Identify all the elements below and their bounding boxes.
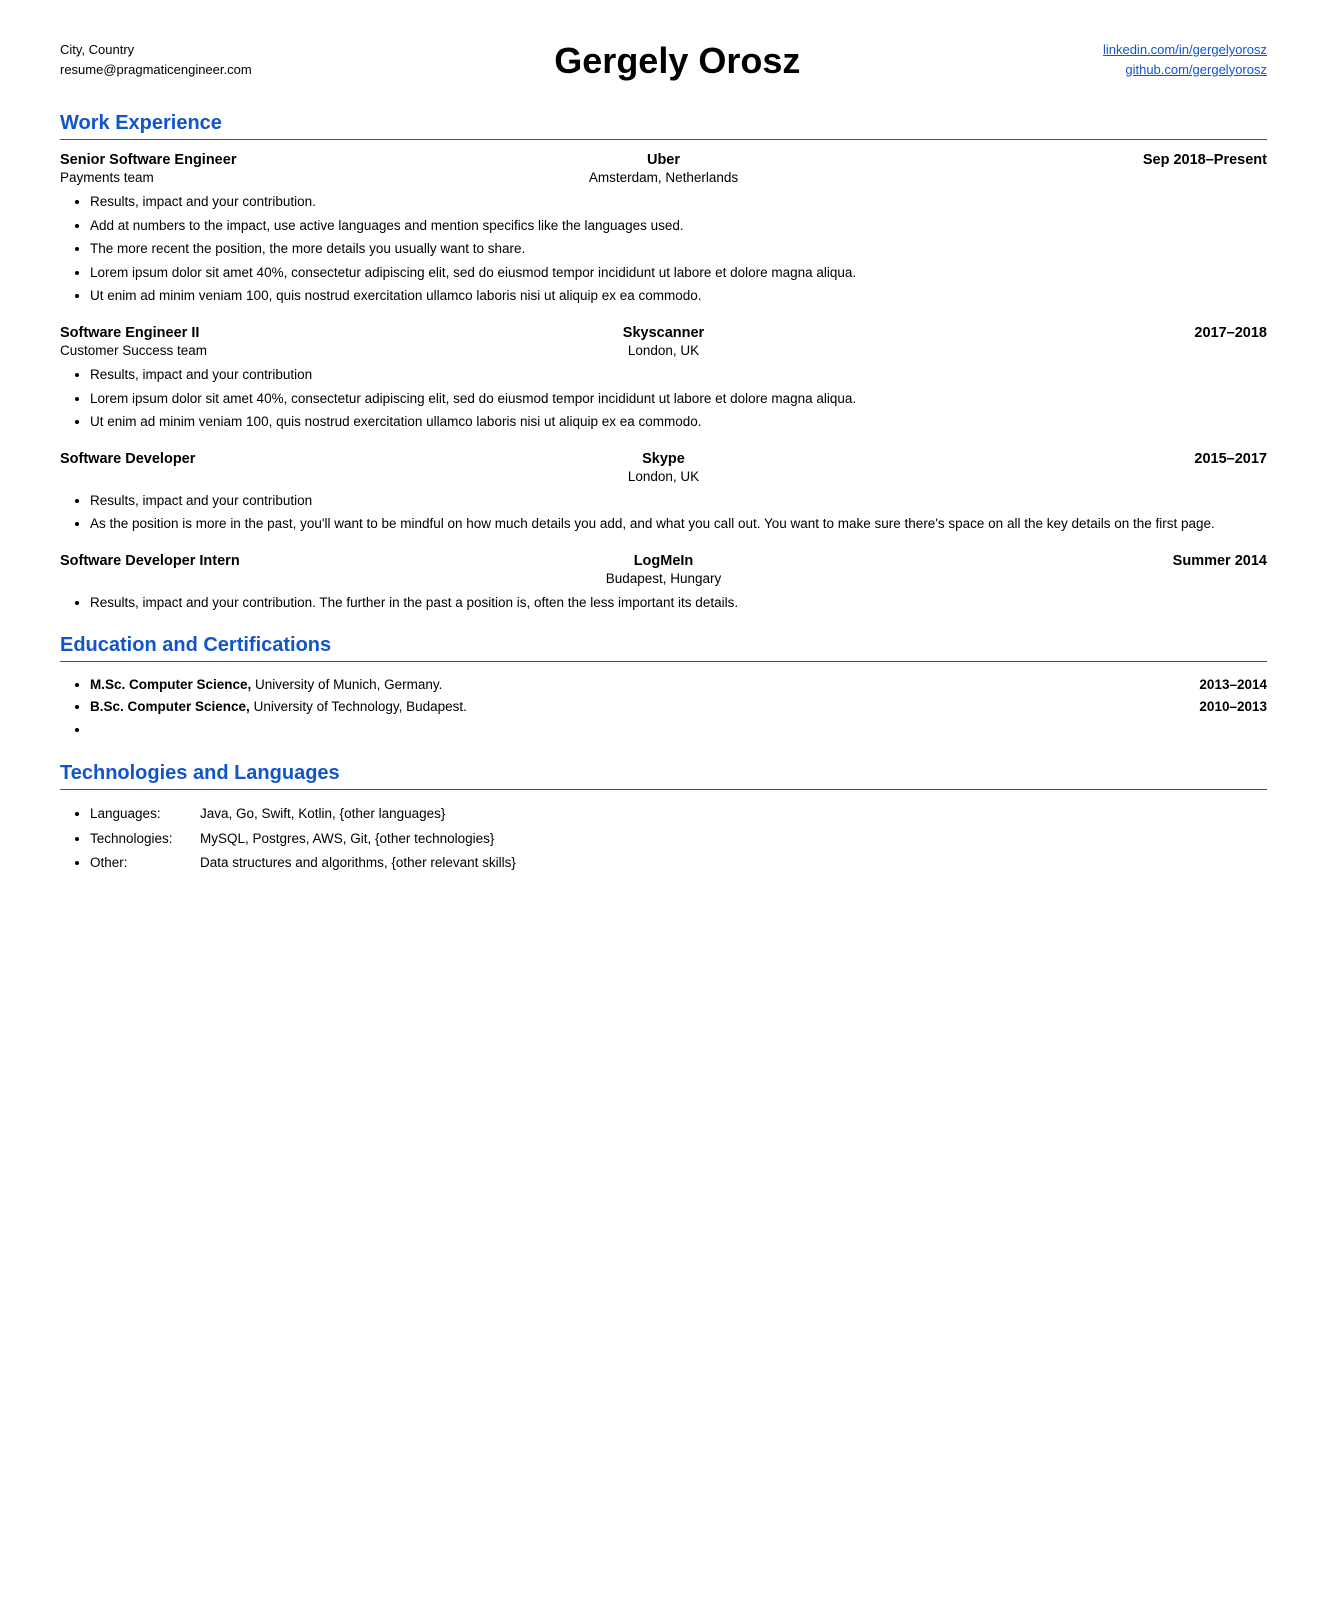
list-item: [90, 719, 1267, 742]
job-uber-bullets: Results, impact and your contribution. A…: [60, 191, 1267, 307]
candidate-name: Gergely Orosz: [252, 40, 1103, 82]
header-links-right: linkedin.com/in/gergelyorosz github.com/…: [1103, 40, 1267, 79]
edu-item-empty-text: [90, 719, 1267, 742]
edu-item-bsc-rest: University of Technology, Budapest.: [250, 699, 467, 714]
list-item: Results, impact and your contribution: [90, 364, 1267, 386]
list-item: Technologies: MySQL, Postgres, AWS, Git,…: [90, 827, 1267, 851]
job-skype-location: London, UK: [462, 469, 864, 484]
job-skype-company: Skype: [462, 451, 864, 467]
list-item: Lorem ipsum dolor sit amet 40%, consecte…: [90, 388, 1267, 410]
job-logmein-team: [60, 571, 462, 586]
job-uber-team: Payments team: [60, 170, 462, 185]
list-item: Languages: Java, Go, Swift, Kotlin, {oth…: [90, 802, 1267, 826]
list-item: As the position is more in the past, you…: [90, 513, 1267, 535]
job-uber: Senior Software Engineer Uber Sep 2018–P…: [60, 152, 1267, 307]
github-link[interactable]: github.com/gergelyorosz: [1125, 62, 1267, 77]
list-item: Ut enim ad minim veniam 100, quis nostru…: [90, 411, 1267, 433]
list-item: The more recent the position, the more d…: [90, 238, 1267, 260]
header-email: resume@pragmaticengineer.com: [60, 60, 252, 80]
job-uber-location: Amsterdam, Netherlands: [462, 170, 864, 185]
education-list: M.Sc. Computer Science, University of Mu…: [60, 674, 1267, 743]
job-skype-date: 2015–2017: [865, 451, 1267, 467]
job-logmein-date: Summer 2014: [865, 553, 1267, 569]
edu-item-msc-bold: M.Sc. Computer Science,: [90, 677, 251, 692]
job-logmein-bullets: Results, impact and your contribution. T…: [60, 592, 1267, 614]
edu-item-msc-text: M.Sc. Computer Science, University of Mu…: [90, 674, 1199, 697]
job-skyscanner-sub-right: [865, 343, 1267, 358]
list-item: M.Sc. Computer Science, University of Mu…: [90, 674, 1267, 697]
edu-item-msc-date: 2013–2014: [1199, 674, 1267, 697]
job-logmein: Software Developer Intern LogMeIn Summer…: [60, 553, 1267, 614]
job-logmein-title: Software Developer Intern: [60, 553, 462, 569]
work-experience-title: Work Experience: [60, 112, 1267, 135]
job-skype-title: Software Developer: [60, 451, 462, 467]
job-skype-team: [60, 469, 462, 484]
job-logmein-company: LogMeIn: [462, 553, 864, 569]
tech-other-value: Data structures and algorithms, {other r…: [200, 851, 1267, 875]
job-skyscanner-company: Skyscanner: [462, 325, 864, 341]
list-item: Add at numbers to the impact, use active…: [90, 215, 1267, 237]
tech-technologies-value: MySQL, Postgres, AWS, Git, {other techno…: [200, 827, 1267, 851]
list-item: Ut enim ad minim veniam 100, quis nostru…: [90, 285, 1267, 307]
job-skyscanner-location: London, UK: [462, 343, 864, 358]
list-item: Other: Data structures and algorithms, {…: [90, 851, 1267, 875]
tech-languages-value: Java, Go, Swift, Kotlin, {other language…: [200, 802, 1267, 826]
job-skype-bullets: Results, impact and your contribution As…: [60, 490, 1267, 535]
technologies-list: Languages: Java, Go, Swift, Kotlin, {oth…: [60, 802, 1267, 875]
edu-item-msc-rest: University of Munich, Germany.: [251, 677, 442, 692]
job-uber-title: Senior Software Engineer: [60, 152, 462, 168]
technologies-title: Technologies and Languages: [60, 762, 1267, 785]
job-skyscanner-bullets: Results, impact and your contribution Lo…: [60, 364, 1267, 433]
job-skype: Software Developer Skype 2015–2017 Londo…: [60, 451, 1267, 535]
list-item: Lorem ipsum dolor sit amet 40%, consecte…: [90, 262, 1267, 284]
tech-technologies-label: Technologies:: [90, 827, 200, 851]
tech-other-label: Other:: [90, 851, 200, 875]
technologies-section: Technologies and Languages Languages: Ja…: [60, 762, 1267, 875]
list-item: Results, impact and your contribution: [90, 490, 1267, 512]
education-section: Education and Certifications M.Sc. Compu…: [60, 634, 1267, 743]
job-logmein-location: Budapest, Hungary: [462, 571, 864, 586]
job-uber-date: Sep 2018–Present: [865, 152, 1267, 168]
technologies-divider: [60, 789, 1267, 790]
job-skyscanner-team: Customer Success team: [60, 343, 462, 358]
job-uber-company: Uber: [462, 152, 864, 168]
job-skype-sub-right: [865, 469, 1267, 484]
list-item: B.Sc. Computer Science, University of Te…: [90, 696, 1267, 719]
list-item: Results, impact and your contribution. T…: [90, 592, 1267, 614]
edu-item-bsc-text: B.Sc. Computer Science, University of Te…: [90, 696, 1199, 719]
edu-item-bsc-date: 2010–2013: [1199, 696, 1267, 719]
education-title: Education and Certifications: [60, 634, 1267, 657]
job-logmein-sub-right: [865, 571, 1267, 586]
linkedin-link[interactable]: linkedin.com/in/gergelyorosz: [1103, 42, 1267, 57]
header-city: City, Country: [60, 40, 252, 60]
job-skyscanner: Software Engineer II Skyscanner 2017–201…: [60, 325, 1267, 433]
job-uber-sub-right: [865, 170, 1267, 185]
list-item: Results, impact and your contribution.: [90, 191, 1267, 213]
work-experience-section: Work Experience Senior Software Engineer…: [60, 112, 1267, 614]
job-skyscanner-date: 2017–2018: [865, 325, 1267, 341]
job-skyscanner-title: Software Engineer II: [60, 325, 462, 341]
tech-languages-label: Languages:: [90, 802, 200, 826]
resume-header: City, Country resume@pragmaticengineer.c…: [60, 40, 1267, 82]
header-name-block: Gergely Orosz: [252, 40, 1103, 82]
education-divider: [60, 661, 1267, 662]
header-contact-left: City, Country resume@pragmaticengineer.c…: [60, 40, 252, 79]
edu-item-bsc-bold: B.Sc. Computer Science,: [90, 699, 250, 714]
work-experience-divider: [60, 139, 1267, 140]
